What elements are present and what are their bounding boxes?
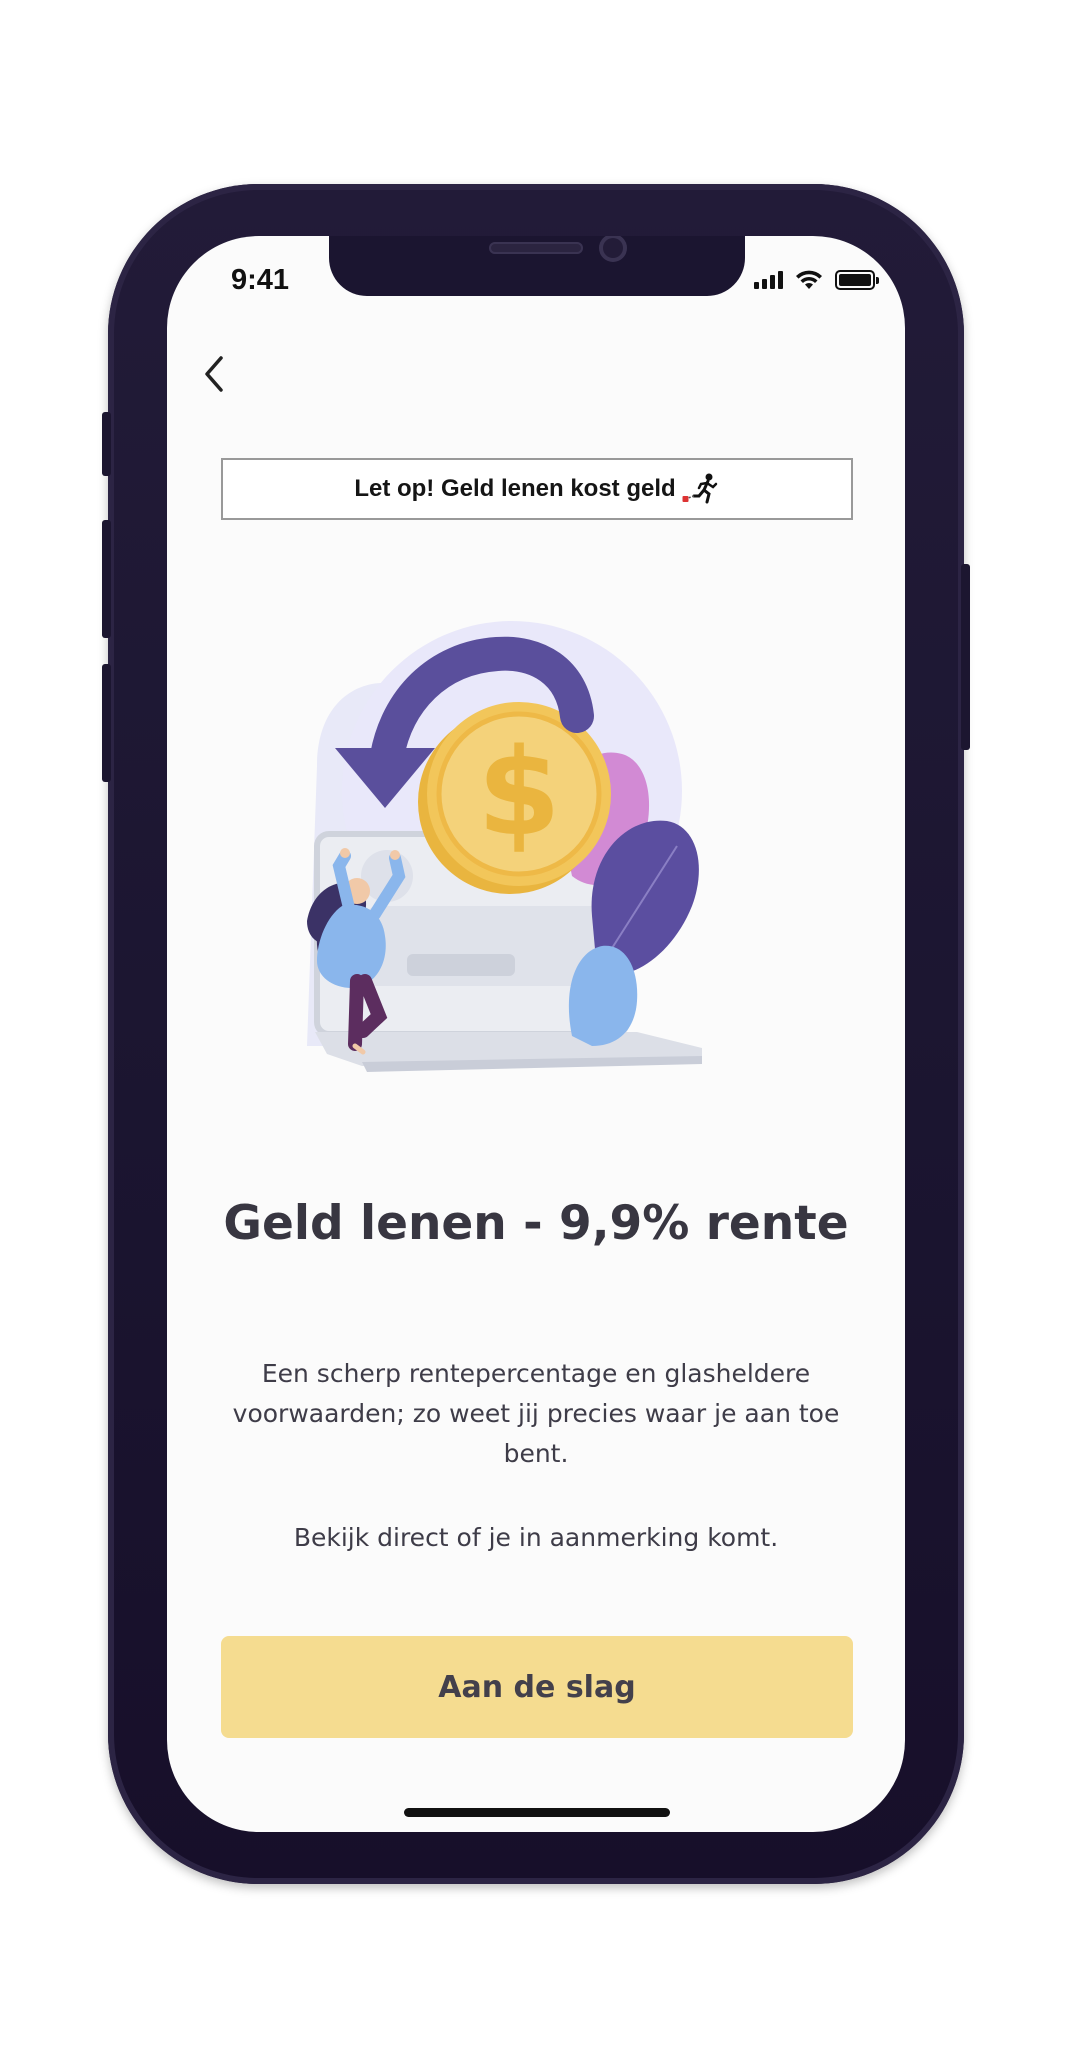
eligibility-text: Bekijk direct of je in aanmerking komt. — [293, 1523, 779, 1552]
wifi-icon — [796, 270, 822, 289]
dollar-sign: $ — [477, 724, 561, 863]
loan-warning-banner: Let op! Geld lenen kost geld — [221, 458, 853, 520]
mute-switch — [102, 412, 111, 476]
status-icons — [754, 270, 879, 290]
status-time: 9:41 — [231, 264, 290, 296]
money-transfer-illustration: $ — [307, 621, 702, 1072]
warning-text: Let op! Geld lenen kost geld — [354, 475, 676, 502]
volume-down-button — [102, 664, 111, 782]
front-camera — [599, 236, 627, 262]
get-started-button[interactable]: Aan de slag — [221, 1636, 853, 1738]
home-indicator[interactable] — [404, 1808, 670, 1817]
back-button[interactable] — [189, 346, 239, 402]
person-running-with-ball-and-chain-icon — [682, 473, 717, 504]
cellular-signal-icon — [754, 271, 783, 289]
page-title: Geld lenen - 9,9% rente — [223, 1196, 849, 1251]
speaker — [489, 242, 583, 254]
notch — [329, 236, 745, 296]
description-text: Een scherp rentepercentage en glashelder… — [232, 1359, 840, 1468]
battery-icon — [835, 270, 879, 290]
screen: 9:41 Let op! Geld lenen kost geld $ Geld… — [167, 236, 905, 1832]
phone-frame: 9:41 Let op! Geld lenen kost geld $ Geld… — [102, 184, 970, 1884]
chevron-left-icon — [205, 356, 223, 392]
power-button — [961, 564, 970, 750]
volume-up-button — [102, 520, 111, 638]
